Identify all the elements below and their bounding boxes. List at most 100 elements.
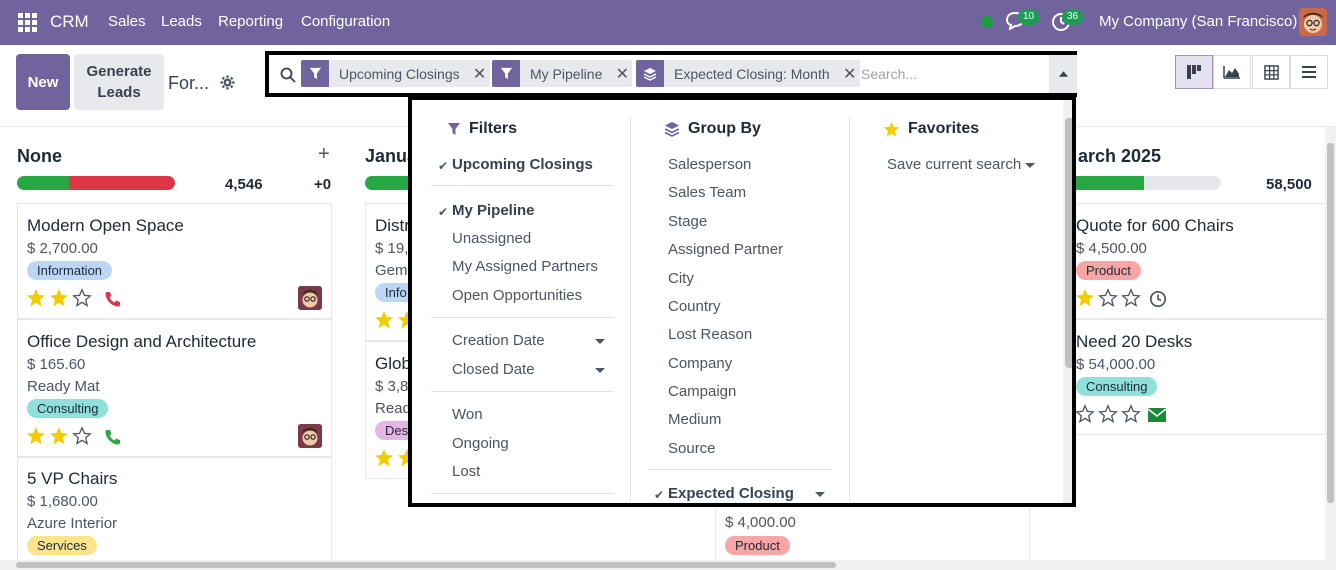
salesperson-avatar[interactable] <box>298 286 322 310</box>
apps-menu-icon[interactable] <box>18 13 37 32</box>
star-filled-icon[interactable] <box>374 310 394 330</box>
card-title: Distr <box>375 216 410 235</box>
groupby-medium[interactable]: Medium <box>668 411 721 428</box>
generate-leads-button[interactable]: Generate Leads <box>74 54 164 110</box>
filter-closed-date[interactable]: Closed Date <box>452 361 535 378</box>
priority-stars[interactable] <box>1075 288 1141 308</box>
app-name[interactable]: CRM <box>50 12 89 32</box>
star-empty-icon[interactable] <box>72 426 92 446</box>
facet-label: Upcoming Closings <box>339 65 460 82</box>
filter-open-opportunities[interactable]: Open Opportunities <box>452 287 582 304</box>
breadcrumb[interactable]: For... <box>168 73 209 94</box>
save-current-search[interactable]: Save current search <box>887 156 1021 173</box>
kanban-card[interactable]: $ 4,000.00 Product <box>715 503 1030 567</box>
groupby-assigned-partner[interactable]: Assigned Partner <box>668 241 783 258</box>
kanban-card[interactable]: Quote for 600 Chairs $ 4,500.00 Product <box>1066 203 1336 319</box>
star-filled-icon[interactable] <box>1075 288 1095 308</box>
close-icon[interactable]: ✕ <box>840 64 860 84</box>
card-amount: $ 2,700.00 <box>27 240 98 257</box>
envelope-icon[interactable] <box>1147 406 1167 424</box>
kanban-card[interactable]: 5 VP Chairs $ 1,680.00 Azure Interior Se… <box>17 457 332 567</box>
column-title[interactable]: None <box>17 146 62 167</box>
priority-stars[interactable] <box>26 288 92 308</box>
close-icon[interactable]: ✕ <box>470 64 490 84</box>
filter-upcoming-closings[interactable]: Upcoming Closings <box>452 156 593 173</box>
star-filled-icon[interactable] <box>26 288 46 308</box>
priority-stars[interactable] <box>1075 404 1141 424</box>
list-icon <box>1302 66 1316 78</box>
column-progress-bar[interactable] <box>1066 176 1221 190</box>
scrollbar-thumb[interactable] <box>16 562 836 568</box>
caret-down-icon[interactable] <box>595 339 605 344</box>
dropdown-scrollbar[interactable] <box>1063 100 1072 503</box>
caret-down-icon[interactable] <box>815 492 825 497</box>
menu-leads[interactable]: Leads <box>161 13 202 30</box>
salesperson-avatar[interactable] <box>298 424 322 448</box>
kanban-card[interactable]: Need 20 Desks $ 54,000.00 Consulting <box>1066 319 1336 435</box>
page-vertical-scrollbar[interactable] <box>1325 127 1336 560</box>
gear-icon[interactable] <box>220 75 235 90</box>
star-filled-icon[interactable] <box>26 426 46 446</box>
check-icon: ✔ <box>654 488 665 502</box>
horizontal-scrollbar[interactable] <box>0 560 1336 570</box>
quick-create-plus-icon[interactable]: + <box>318 143 330 166</box>
clock-icon[interactable] <box>1149 290 1167 308</box>
groupby-sales-team[interactable]: Sales Team <box>668 184 746 201</box>
groupby-lost-reason[interactable]: Lost Reason <box>668 326 752 343</box>
column-divider <box>630 116 631 503</box>
phone-icon[interactable] <box>104 290 122 308</box>
caret-down-icon[interactable] <box>1025 163 1035 168</box>
star-filled-icon[interactable] <box>49 288 69 308</box>
groupby-salesperson[interactable]: Salesperson <box>668 156 751 173</box>
pivot-view-button[interactable] <box>1252 55 1290 89</box>
kanban-card[interactable]: Modern Open Space $ 2,700.00 Information <box>17 203 332 319</box>
top-navbar: CRM Sales Leads Reporting Configuration … <box>0 0 1336 45</box>
column-progress-bar[interactable] <box>17 176 175 190</box>
caret-down-icon[interactable] <box>595 368 605 373</box>
star-empty-icon[interactable] <box>1075 404 1095 424</box>
groupby-city[interactable]: City <box>668 270 694 287</box>
filter-lost[interactable]: Lost <box>452 463 480 480</box>
menu-sales[interactable]: Sales <box>108 13 146 30</box>
column-title[interactable]: arch 2025 <box>1078 146 1161 167</box>
card-amount: $ 165.60 <box>27 356 86 373</box>
groupby-stage[interactable]: Stage <box>668 213 707 230</box>
close-icon[interactable]: ✕ <box>612 64 632 84</box>
filter-my-pipeline[interactable]: My Pipeline <box>452 202 535 219</box>
groupby-expected-closing[interactable]: Expected Closing <box>668 485 794 502</box>
groupby-campaign[interactable]: Campaign <box>668 383 736 400</box>
star-empty-icon[interactable] <box>1121 288 1141 308</box>
scrollbar-thumb[interactable] <box>1327 143 1334 503</box>
search-input[interactable] <box>861 61 1041 87</box>
scrollbar-thumb[interactable] <box>1065 118 1072 368</box>
filter-ongoing[interactable]: Ongoing <box>452 435 509 452</box>
kanban-card[interactable]: Office Design and Architecture $ 165.60 … <box>17 319 332 457</box>
search-panel-toggle[interactable] <box>1049 55 1077 93</box>
menu-reporting[interactable]: Reporting <box>218 13 283 30</box>
phone-icon[interactable] <box>104 428 122 446</box>
list-view-button[interactable] <box>1290 55 1328 89</box>
kanban-view-button[interactable] <box>1175 55 1213 89</box>
groupby-company[interactable]: Company <box>668 355 732 372</box>
priority-stars[interactable] <box>26 426 92 446</box>
graph-view-button[interactable] <box>1213 55 1251 89</box>
filter-unassigned[interactable]: Unassigned <box>452 230 531 247</box>
groupby-country[interactable]: Country <box>668 298 721 315</box>
filter-my-assigned-partners[interactable]: My Assigned Partners <box>452 258 598 275</box>
company-switcher[interactable]: My Company (San Francisco) <box>1099 13 1297 30</box>
user-avatar[interactable] <box>1299 8 1327 36</box>
star-empty-icon[interactable] <box>1121 404 1141 424</box>
star-empty-icon[interactable] <box>1098 288 1118 308</box>
filter-won[interactable]: Won <box>452 406 483 423</box>
filter-creation-date[interactable]: Creation Date <box>452 332 545 349</box>
star-empty-icon[interactable] <box>72 288 92 308</box>
star-empty-icon[interactable] <box>1098 404 1118 424</box>
new-button[interactable]: New <box>16 54 70 110</box>
check-icon: ✔ <box>438 205 449 219</box>
groupby-source[interactable]: Source <box>668 440 716 457</box>
star-filled-icon[interactable] <box>49 426 69 446</box>
menu-configuration[interactable]: Configuration <box>301 13 390 30</box>
search-bar[interactable]: Upcoming Closings ✕ My Pipeline ✕ Expect… <box>265 51 1077 97</box>
star-filled-icon[interactable] <box>374 448 394 468</box>
card-company: Gemi <box>375 262 411 279</box>
